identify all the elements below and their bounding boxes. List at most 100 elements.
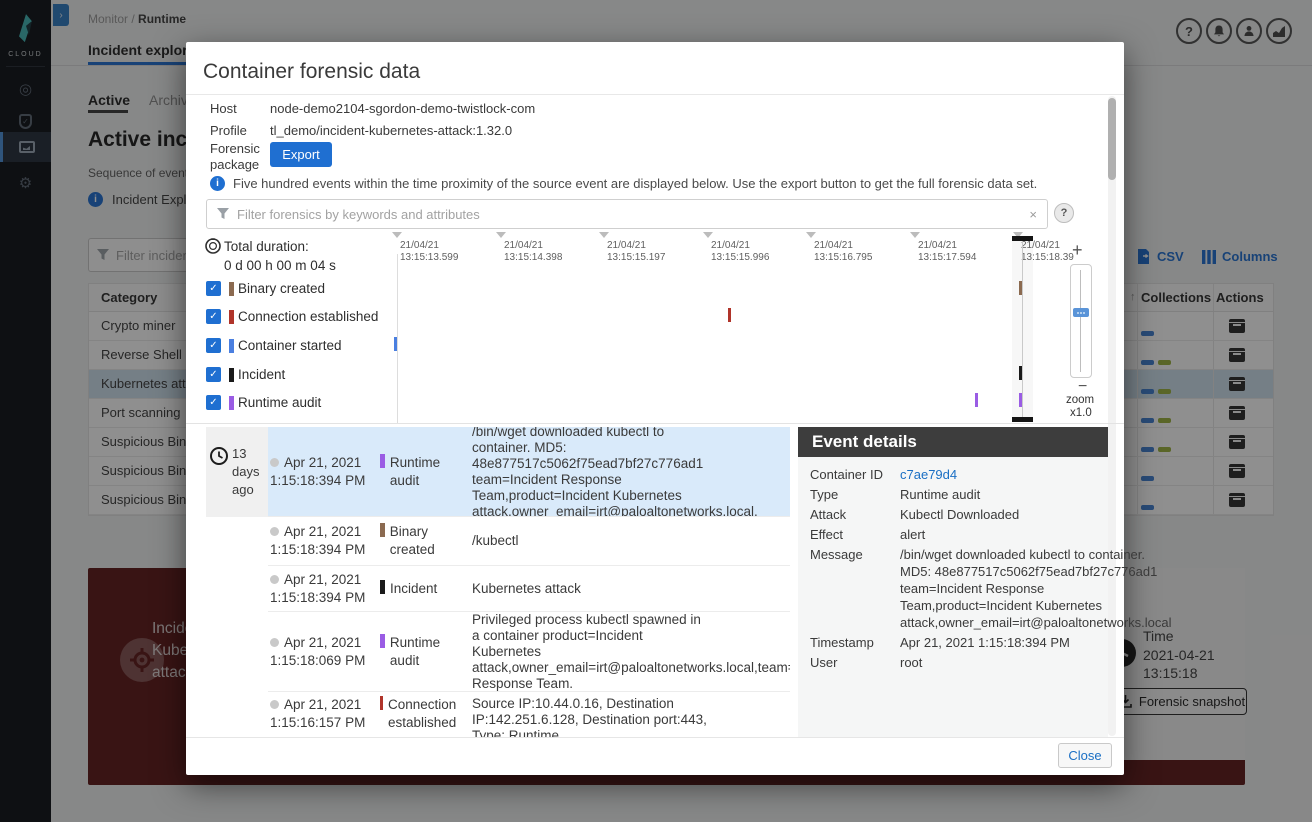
legend-runtime-audit: ✓ Runtime audit bbox=[206, 395, 321, 410]
detail-timestamp: TimestampApr 21, 2021 1:15:18:394 PM bbox=[810, 634, 1096, 651]
filter-icon bbox=[217, 208, 229, 220]
container-id-link[interactable]: c7ae79d4 bbox=[900, 466, 1096, 483]
filter-help-button[interactable]: ? bbox=[1054, 203, 1074, 223]
connection-established-swatch bbox=[229, 310, 234, 324]
modal-info-text: Five hundred events within the time prox… bbox=[233, 176, 1037, 191]
profile-label: Profile bbox=[210, 123, 247, 138]
selection-handle-bottom[interactable] bbox=[1012, 417, 1033, 422]
event-dot-icon bbox=[270, 638, 279, 647]
detail-user: Userroot bbox=[810, 654, 1096, 671]
tick-marker bbox=[703, 232, 713, 238]
detail-type: TypeRuntime audit bbox=[810, 486, 1096, 503]
timeline-tick: 21/04/2113:15:17.594 bbox=[918, 240, 976, 264]
forensics-filter[interactable]: × bbox=[206, 199, 1048, 229]
connection-established-swatch bbox=[380, 696, 383, 710]
forensics-filter-input[interactable] bbox=[237, 207, 1021, 222]
detail-effect: Effectalert bbox=[810, 526, 1096, 543]
host-label: Host bbox=[210, 101, 237, 116]
event-details-panel: Event details Container ID c7ae79d4 Type… bbox=[798, 427, 1108, 737]
export-button[interactable]: Export bbox=[270, 142, 332, 167]
timeline-tick: 21/04/2113:15:15.996 bbox=[711, 240, 769, 264]
relative-time: 13 days ago bbox=[232, 445, 266, 499]
zoom-label: zoom bbox=[1066, 394, 1094, 406]
runtime-audit-swatch bbox=[380, 454, 385, 468]
legend-container-started: ✓ Container started bbox=[206, 338, 342, 353]
zoom-in-button[interactable]: + bbox=[1072, 240, 1083, 261]
timeline-tick: 21/04/2113:15:13.599 bbox=[400, 240, 458, 264]
forensic-package-label: Forensic package bbox=[210, 141, 264, 173]
event-dot-icon bbox=[270, 700, 279, 709]
event-time: Apr 21, 2021 1:15:18:394 PM bbox=[270, 523, 382, 559]
modal-footer-divider bbox=[186, 737, 1124, 738]
event-dot-icon bbox=[270, 527, 279, 536]
timeline-tick: 21/04/2113:15:14.398 bbox=[504, 240, 562, 264]
selection-center-line bbox=[1022, 241, 1023, 417]
modal-title: Container forensic data bbox=[203, 60, 420, 84]
duration-value: 0 d 00 h 00 m 04 s bbox=[224, 258, 336, 273]
clock-icon bbox=[210, 447, 228, 465]
relative-time-cell: 13 days ago bbox=[206, 427, 268, 517]
runtime-audit-swatch bbox=[229, 396, 234, 410]
legend-binary-created: ✓ Binary created bbox=[206, 281, 325, 296]
timeline-events-divider bbox=[186, 423, 1124, 424]
event-row[interactable]: Apr 21, 2021 1:15:18:394 PM Binary creat… bbox=[268, 517, 790, 566]
event-time: Apr 21, 2021 1:15:18:069 PM bbox=[270, 634, 382, 670]
modal-scrollbar-thumb[interactable] bbox=[1108, 98, 1116, 180]
host-value: node-demo2104-sgordon-demo-twistlock-com bbox=[270, 101, 535, 116]
timeline-event-connection[interactable] bbox=[728, 308, 731, 322]
legend-connection-established: ✓ Connection established bbox=[206, 309, 378, 324]
profile-value: tl_demo/incident-kubernetes-attack:1.32.… bbox=[270, 123, 512, 138]
detail-attack: AttackKubectl Downloaded bbox=[810, 506, 1096, 523]
checkbox-checked[interactable]: ✓ bbox=[206, 338, 221, 353]
event-row[interactable]: Apr 21, 2021 1:15:18:394 PM Incident Kub… bbox=[268, 566, 790, 612]
timeline-event-runtime-audit[interactable] bbox=[975, 393, 978, 407]
runtime-audit-swatch bbox=[380, 634, 385, 648]
event-message: /kubectl bbox=[472, 533, 712, 549]
timeline-event-incident[interactable] bbox=[1019, 366, 1022, 380]
event-time: Apr 21, 2021 1:15:18:394 PM bbox=[270, 454, 382, 490]
event-type: Connection established bbox=[380, 696, 472, 732]
checkbox-checked[interactable]: ✓ bbox=[206, 281, 221, 296]
binary-created-swatch bbox=[380, 523, 385, 537]
event-type: Runtime audit bbox=[380, 454, 472, 490]
incident-swatch bbox=[380, 580, 385, 594]
detail-container-id: Container ID c7ae79d4 bbox=[810, 466, 1096, 483]
tick-marker bbox=[496, 232, 506, 238]
tick-marker bbox=[910, 232, 920, 238]
modal-info-row: i Five hundred events within the time pr… bbox=[210, 176, 1037, 191]
tick-marker bbox=[806, 232, 816, 238]
timeline-event-runtime-audit[interactable] bbox=[1019, 393, 1022, 407]
checkbox-checked[interactable]: ✓ bbox=[206, 309, 221, 324]
zoom-slider-handle[interactable] bbox=[1073, 308, 1089, 317]
timeline-tick: 21/04/2113:15:15.197 bbox=[607, 240, 665, 264]
event-row[interactable]: Apr 21, 2021 1:15:16:157 PM Connection e… bbox=[268, 692, 790, 737]
event-type: Incident bbox=[380, 580, 472, 598]
event-row[interactable]: Apr 21, 2021 1:15:18:069 PM Runtime audi… bbox=[268, 612, 790, 692]
event-message: Source IP:10.44.0.16, Destination IP:142… bbox=[472, 696, 712, 737]
event-dot-icon bbox=[270, 575, 279, 584]
event-details-title: Event details bbox=[798, 427, 1108, 457]
zoom-slider-track bbox=[1080, 270, 1081, 372]
event-row-selected[interactable]: Apr 21, 2021 1:15:18:394 PM Runtime audi… bbox=[268, 427, 790, 517]
close-button[interactable]: Close bbox=[1058, 743, 1112, 768]
checkbox-checked[interactable]: ✓ bbox=[206, 395, 221, 410]
event-dot-icon bbox=[270, 458, 279, 467]
event-message: Kubernetes attack bbox=[472, 581, 712, 597]
timeline-gridline bbox=[397, 254, 398, 423]
modal-scrollbar[interactable] bbox=[1108, 96, 1116, 736]
container-forensic-modal: Container forensic data Host node-demo21… bbox=[186, 42, 1124, 775]
container-started-swatch bbox=[229, 339, 234, 353]
event-type: Binary created bbox=[380, 523, 472, 559]
tick-marker bbox=[599, 232, 609, 238]
checkbox-checked[interactable]: ✓ bbox=[206, 367, 221, 382]
clear-filter-icon[interactable]: × bbox=[1029, 207, 1037, 222]
event-time: Apr 21, 2021 1:15:16:157 PM bbox=[270, 696, 382, 732]
event-time: Apr 21, 2021 1:15:18:394 PM bbox=[270, 571, 382, 607]
tick-marker bbox=[392, 232, 402, 238]
timeline-event-container-started[interactable] bbox=[394, 337, 397, 351]
timeline-event-binary-created[interactable] bbox=[1019, 281, 1022, 295]
binary-created-swatch bbox=[229, 282, 234, 296]
event-message: /bin/wget downloaded kubectl to containe… bbox=[472, 427, 712, 517]
timeline-tick: 21/04/2113:15:16.795 bbox=[814, 240, 872, 264]
zoom-slider[interactable] bbox=[1070, 264, 1092, 378]
